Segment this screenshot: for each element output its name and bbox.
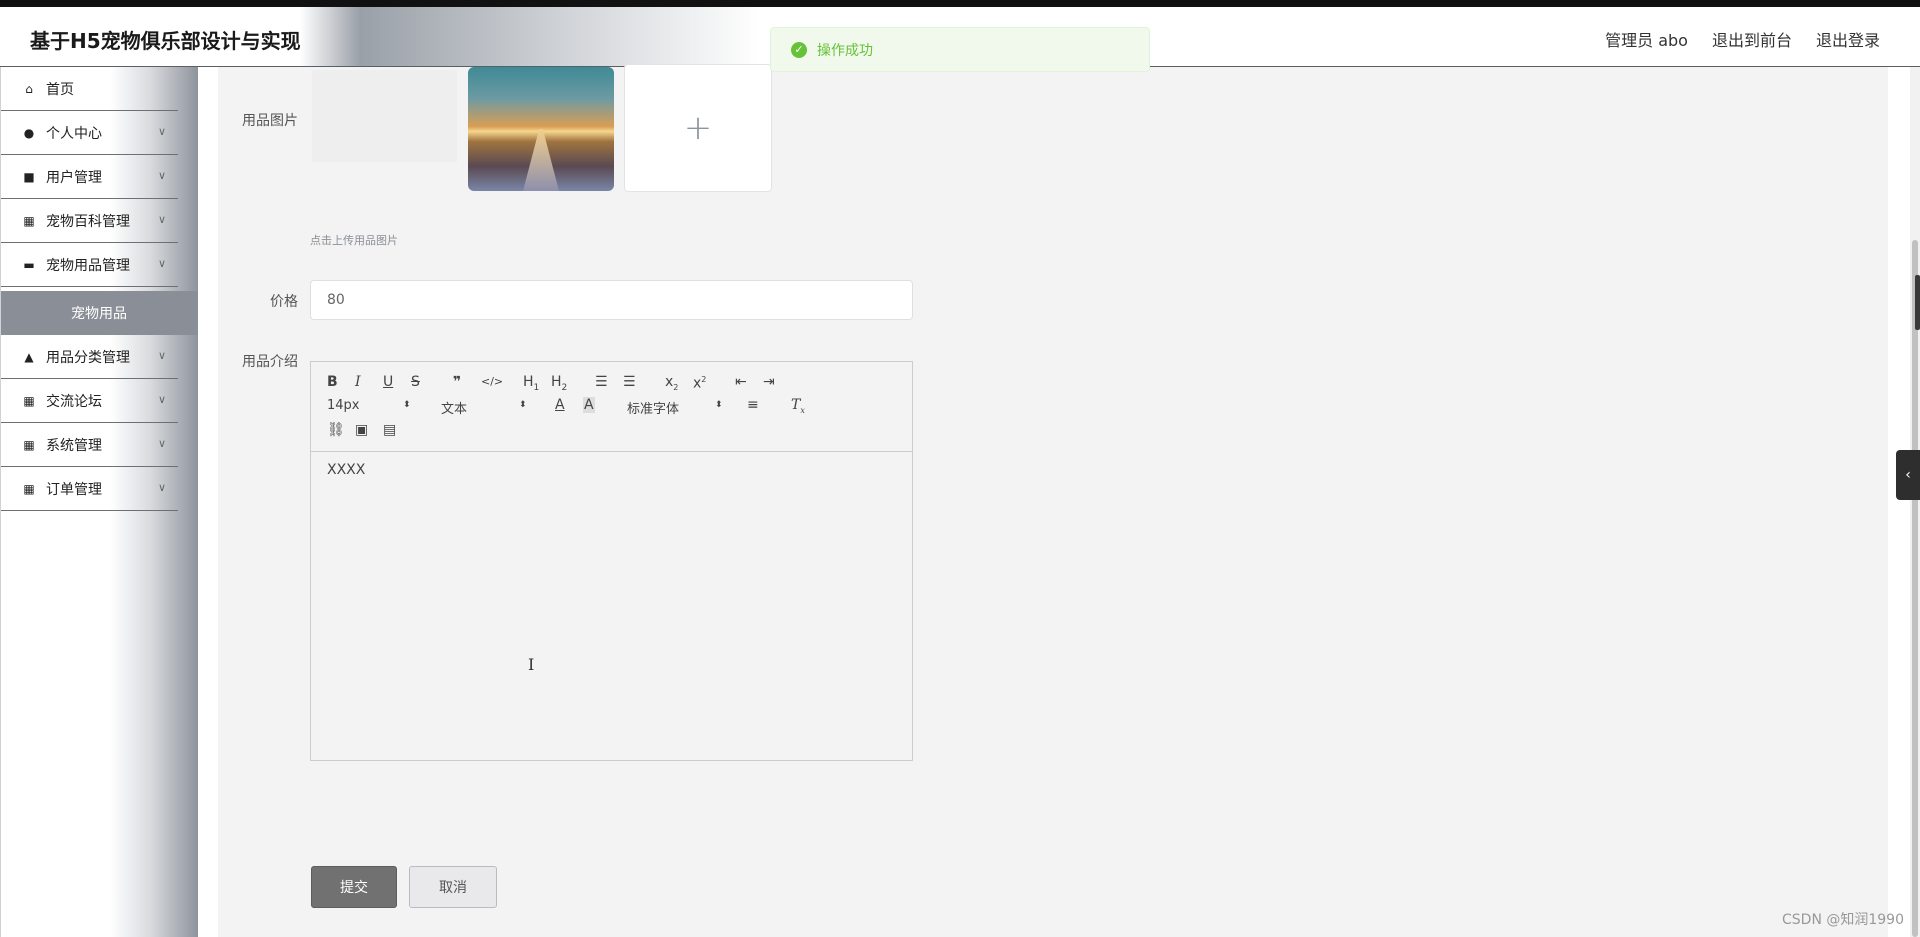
image-field-label: 用品图片 [242,113,298,129]
image-icon[interactable]: ▣ [355,422,368,438]
sidebar-item-category-management[interactable]: ▲ 用品分类管理 ∨ [0,335,178,379]
strikethrough-icon[interactable]: S [411,374,420,390]
sidebar-item-home[interactable]: ⌂ 首页 [0,67,178,111]
grid-icon: ▦ [23,481,35,496]
font-family-select[interactable]: 标准字体 ⬍ [627,398,723,417]
sidebar-item-order-management[interactable]: ▦ 订单管理 ∨ [0,467,178,511]
sidebar-item-system-management[interactable]: ▦ 系统管理 ∨ [0,423,178,467]
sidebar-item-label: 个人中心 [46,125,102,142]
sidebar-item-label: 宠物用品管理 [46,257,130,274]
price-input[interactable] [310,280,913,320]
font-size-select[interactable]: 14px ⬍ [327,398,411,416]
upload-image-button[interactable]: + [624,64,772,192]
block-type-select[interactable]: 文本 ⬍ [441,398,527,417]
superscript-icon[interactable]: x2 [693,372,706,392]
briefcase-icon: ▬ [23,257,35,272]
sidebar-item-label: 宠物百科管理 [46,213,130,230]
chevron-down-icon: ∨ [157,481,166,494]
check-circle-icon: ✓ [791,41,807,58]
clear-format-icon[interactable]: Tx [791,397,805,419]
chevron-down-icon: ∨ [157,349,166,362]
heading1-icon[interactable]: H1 [523,374,539,396]
sidebar-item-user-management[interactable]: ■ 用户管理 ∨ [0,155,178,199]
blockquote-icon[interactable]: ❞ [453,374,461,390]
grid-icon: ▦ [23,393,35,408]
chevron-down-icon: ∨ [157,213,166,226]
sidebar-subitem-pet-supplies[interactable]: 宠物用品 [0,291,198,335]
chevron-down-icon: ∨ [157,169,166,182]
select-caret-icon: ⬍ [715,400,723,410]
block-type-value: 文本 [441,402,468,417]
editor-toolbar: B I U S ❞ </> H1 H2 ☰ ☰ x2 x2 ⇤ ⇥ 14px ⬍… [311,362,912,452]
outdent-icon[interactable]: ⇤ [735,374,747,390]
chevron-down-icon: ∨ [157,393,166,406]
image-road-shape [523,129,559,191]
sidebar-item-personal-center[interactable]: ● 个人中心 ∨ [0,111,178,155]
heading2-icon[interactable]: H2 [551,374,567,396]
sidebar-item-label: 交流论坛 [46,393,102,410]
submit-button[interactable]: 提交 [311,866,397,908]
indent-icon[interactable]: ⇥ [763,374,775,390]
chevron-down-icon: ∨ [157,437,166,450]
user-icon: ● [23,125,35,140]
uploaded-image-thumbnail[interactable] [468,67,614,191]
sidebar-border [0,67,1,937]
align-left-icon[interactable]: ≡ [747,397,759,413]
subscript-icon[interactable]: x2 [665,374,678,396]
bold-icon[interactable]: B [327,374,338,390]
site-title: 基于H5宠物俱乐部设计与实现 [30,29,301,53]
editor-content[interactable]: XXXX [327,462,365,478]
sidebar-item-forum[interactable]: ▦ 交流论坛 ∨ [0,379,178,423]
success-toast: ✓ 操作成功 [770,27,1150,72]
font-family-value: 标准字体 [627,402,680,417]
price-field-label: 价格 [270,294,298,310]
users-icon: ■ [23,169,35,184]
italic-icon[interactable]: I [355,374,361,390]
chevron-left-icon: ‹ [1905,467,1911,483]
chevron-down-icon: ∨ [157,125,166,138]
select-caret-icon: ⬍ [403,400,411,410]
code-block-icon[interactable]: </> [481,374,503,390]
logout-link[interactable]: 退出登录 [1816,27,1880,51]
sidebar-item-label: 用品分类管理 [46,349,130,366]
bullet-list-icon[interactable]: ☰ [623,374,636,390]
uploaded-image-placeholder [312,70,457,162]
side-widget-handle [1915,275,1920,330]
font-size-value: 14px [327,398,360,413]
sidebar-item-label: 用户管理 [46,169,102,186]
watermark: CSDN @知润1990 [1782,912,1904,928]
rich-text-editor: B I U S ❞ </> H1 H2 ☰ ☰ x2 x2 ⇤ ⇥ 14px ⬍… [310,361,913,761]
toast-message: 操作成功 [817,42,873,59]
chevron-down-icon: ∨ [157,257,166,270]
sidebar-item-pet-encyclopedia[interactable]: ▦ 宠物百科管理 ∨ [0,199,178,243]
scrollbar-thumb[interactable] [1912,240,1918,937]
font-color-icon[interactable]: A [555,397,565,413]
home-icon: ⌂ [25,81,33,96]
grid-icon: ▦ [23,437,35,452]
person-icon: ▲ [24,349,34,364]
sidebar: ⌂ 首页 ● 个人中心 ∨ ■ 用户管理 ∨ ▦ 宠物百科管理 ∨ ▬ 宠物用品… [0,67,198,937]
sidebar-item-label: 订单管理 [46,481,102,498]
header-actions: 管理员 abo 退出到前台 退出登录 [1605,27,1880,51]
text-cursor-icon: I [528,655,535,674]
ordered-list-icon[interactable]: ☰ [595,374,608,390]
window-top-border [0,0,1920,7]
sidebar-item-pet-supplies[interactable]: ▬ 宠物用品管理 ∨ [0,243,178,287]
upload-tip-text: 点击上传用品图片 [310,234,398,247]
sidebar-item-label: 系统管理 [46,437,102,454]
plus-icon: + [683,108,713,148]
sidebar-item-label: 首页 [46,81,74,98]
video-icon[interactable]: ▤ [383,422,396,438]
grid-icon: ▦ [23,213,35,228]
intro-field-label: 用品介绍 [242,354,298,370]
exit-to-front-link[interactable]: 退出到前台 [1712,27,1792,51]
underline-icon[interactable]: U [383,374,393,390]
cancel-button[interactable]: 取消 [409,866,497,908]
select-caret-icon: ⬍ [519,400,527,410]
collapse-panel-button[interactable]: ‹ [1896,450,1920,500]
background-color-icon[interactable]: A [583,397,595,413]
link-icon[interactable]: ⛓ [327,422,345,438]
admin-user-label[interactable]: 管理员 abo [1605,27,1688,51]
